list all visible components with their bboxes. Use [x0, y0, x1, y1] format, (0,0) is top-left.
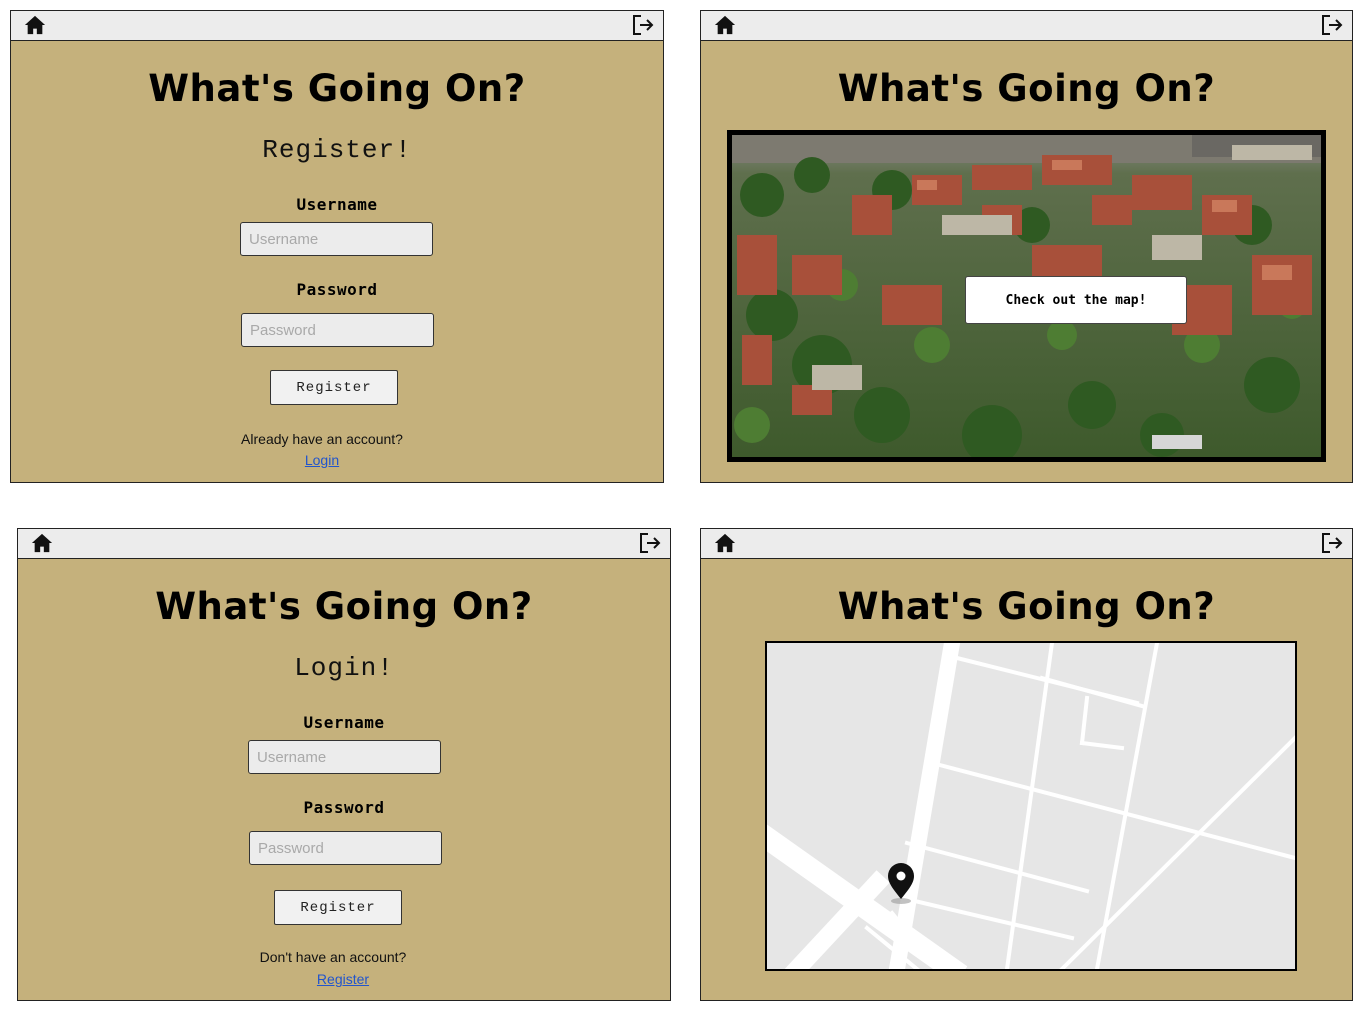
app-title: What's Going On? — [148, 67, 526, 110]
home-panel: What's Going On? Check out the map! — [700, 10, 1353, 483]
top-nav-bar — [701, 11, 1352, 41]
login-link[interactable]: Login — [11, 452, 663, 468]
logout-icon[interactable] — [1320, 13, 1344, 37]
top-nav-bar — [701, 529, 1352, 559]
register-link[interactable]: Register — [18, 971, 670, 987]
app-title: What's Going On? — [837, 585, 1216, 628]
account-prompt: Don't have an account? — [259, 949, 407, 965]
username-input[interactable] — [240, 222, 433, 256]
home-icon[interactable] — [714, 14, 736, 36]
logout-icon[interactable] — [638, 531, 662, 555]
check-map-button[interactable]: Check out the map! — [965, 276, 1187, 324]
page-heading: Register! — [262, 135, 412, 165]
register-button[interactable]: Register — [270, 370, 398, 405]
password-label: Password — [296, 280, 378, 299]
username-label: Username — [303, 713, 385, 732]
home-icon[interactable] — [31, 532, 53, 554]
map-panel: What's Going On? — [700, 528, 1353, 1001]
password-label: Password — [303, 798, 385, 817]
login-panel: What's Going On? Login! Username Passwor… — [17, 528, 671, 1001]
app-title: What's Going On? — [837, 67, 1216, 110]
home-icon[interactable] — [714, 532, 736, 554]
password-input[interactable] — [241, 313, 434, 347]
top-nav-bar — [18, 529, 670, 559]
page-heading: Login! — [294, 653, 394, 683]
register-button[interactable]: Register — [274, 890, 402, 925]
account-prompt: Already have an account? — [241, 431, 403, 447]
top-nav-bar — [11, 11, 663, 41]
username-input[interactable] — [248, 740, 441, 774]
home-icon[interactable] — [24, 14, 46, 36]
password-input[interactable] — [249, 831, 442, 865]
logout-icon[interactable] — [631, 13, 655, 37]
app-title: What's Going On? — [155, 585, 533, 628]
register-panel: What's Going On? Register! Username Pass… — [10, 10, 664, 483]
campus-aerial-photo: Check out the map! — [727, 130, 1326, 462]
logout-icon[interactable] — [1320, 531, 1344, 555]
username-label: Username — [296, 195, 378, 214]
campus-map[interactable] — [765, 641, 1297, 971]
